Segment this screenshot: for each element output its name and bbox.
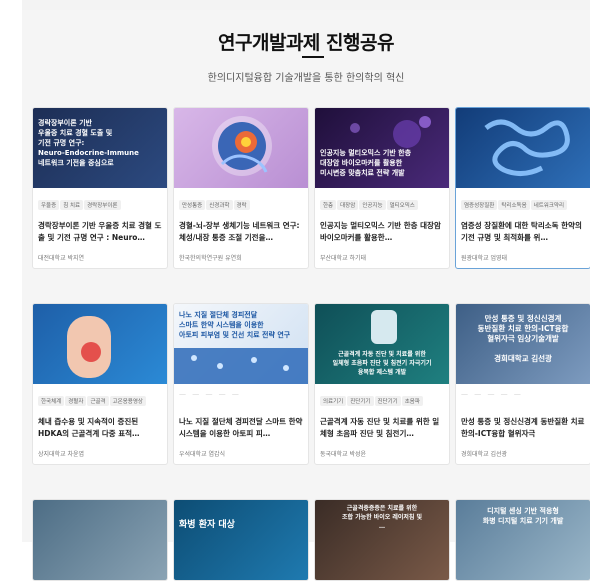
card-org: 원광대학교 엄영태 xyxy=(461,255,508,262)
tag-chip: 경락 xyxy=(233,200,250,210)
card-thumbnail: 인공지능 멀티오믹스 기반 한층 대장암 바이오마커를 활용한 미시변증 맞춤치… xyxy=(315,108,449,188)
card-org: 우석대학교 염갑식 xyxy=(179,451,226,458)
tag-chip: 염증성장질환 xyxy=(461,200,498,210)
card-title[interactable]: 만성 통증 및 정신신경계 동반질환 치료 한의-ICT융합 혈위자극 xyxy=(456,414,590,444)
card-title[interactable]: 경락장부이론 기반 우울증 치료 경혈 도출 및 기전 규명 연구 : Neur… xyxy=(33,218,167,248)
card-org: 대전대학교 박지연 xyxy=(38,255,85,262)
project-card[interactable]: 디지털 센싱 기반 적응형 화병 디지털 치료 기기 개발 xyxy=(455,499,590,581)
tag-list: 만성통증신경과학경락경혈-뇌-장부 네트워크 xyxy=(174,188,308,218)
title-underline xyxy=(302,56,324,58)
project-card[interactable]: 만성 통증 및 정신신경계 동반질환 치료 한의-ICT융합 혈위자극 임상기술… xyxy=(455,303,590,465)
tag-chip: 초음파 xyxy=(401,396,423,406)
card-org: 상지대학교 차윤엽 xyxy=(38,451,85,458)
project-card[interactable]: 근골격중증증은 치료를 위한 조합 가능한 바이오 레이저침 및 … xyxy=(314,499,450,581)
card-org: 동국대학교 박성윤 xyxy=(320,451,367,458)
tag-chip: 한층 xyxy=(320,200,337,210)
skin-layer-illustration xyxy=(174,348,308,384)
card-title[interactable]: 체내 즙수용 및 지속적이 증진된 HDKA의 근골격계 다중 표적… xyxy=(33,414,167,444)
project-card[interactable]: 화병 환자 대상 xyxy=(173,499,309,581)
thumb-text: 근골격계 자동 진단 및 치료를 위한 일체형 초음파 진단 및 침전기 자극기… xyxy=(332,351,432,376)
project-card[interactable]: 염증성장질환탁리소독음네트워크약리네트워크분석멀티오믹스 염증성 장질환에 대한… xyxy=(455,107,590,269)
project-card[interactable]: 한국체계경혈자근골격고온응용영상맞춤형진단치료 체내 즙수용 및 지속적이 증진… xyxy=(32,303,168,465)
tag-chip: 만성통증 xyxy=(179,200,206,210)
card-org: 한국한의학연구원 유연희 xyxy=(179,255,242,262)
empty-tags: — — — — — xyxy=(461,390,523,398)
card-title[interactable]: 인공지능 멀티오믹스 기반 한층 대장암 바이오마커를 활용한… xyxy=(315,218,449,248)
card-thumbnail xyxy=(456,108,590,188)
tag-chip: 경혈자 xyxy=(65,396,87,406)
project-card[interactable]: 만성통증신경과학경락경혈-뇌-장부 네트워크 경혈-뇌-장부 생체기능 네트워크… xyxy=(173,107,309,269)
card-org: 부산대학교 하기태 xyxy=(320,255,367,262)
tag-list: 한국체계경혈자근골격고온응용영상맞춤형진단치료 xyxy=(33,384,167,414)
tag-chip: 신경과학 xyxy=(206,200,233,210)
empty-tags: — — — — — xyxy=(179,390,241,398)
tag-list: 우울증침 치료경락장부이론신경-내분비-면역 네트워크마주신경 xyxy=(33,188,167,218)
card-thumbnail: 경락장부이론 기반 우울증 치료 경혈 도출 및 기전 규명 연구: Neuro… xyxy=(33,108,167,188)
project-card[interactable] xyxy=(32,499,168,581)
tag-chip: 진단기기 xyxy=(347,396,374,406)
card-thumbnail: 근골격계 자동 진단 및 치료를 위한 일체형 초음파 진단 및 침전기 자극기… xyxy=(315,304,449,384)
thumb-text: 근골격중증증은 치료를 위한 조합 가능한 바이오 레이저침 및 … xyxy=(341,505,423,530)
card-title[interactable]: 경혈-뇌-장부 생체기능 네트워크 연구: 체성/내장 통증 조절 기전을… xyxy=(174,218,308,248)
tag-chip: 한국체계 xyxy=(38,396,65,406)
thumb-text: 화병 환자 대상 xyxy=(179,520,235,530)
shoulder-pain-illustration xyxy=(212,116,272,176)
tag-chip: 진단기기 xyxy=(374,396,401,406)
tag-chip: 침 치료 xyxy=(60,200,84,210)
tag-chip: 근골격 xyxy=(87,396,109,406)
tag-chip: 의료기기 xyxy=(320,396,347,406)
tag-list: 한층대장암인공지능멀티오믹스바이오마커 xyxy=(315,188,449,218)
tag-chip: 경락장부이론 xyxy=(84,200,121,210)
card-thumbnail xyxy=(33,304,167,384)
tag-list: 염증성장질환탁리소독음네트워크약리네트워크분석멀티오믹스 xyxy=(456,188,590,218)
tag-chip: 인공지능 xyxy=(359,200,386,210)
project-card[interactable]: 나노 지질 절단체 경피전달 스마트 한약 시스템을 이용한 아토피 피부염 및… xyxy=(173,303,309,465)
tag-chip: 우울증 xyxy=(38,200,60,210)
knee-illustration xyxy=(67,316,111,378)
card-thumbnail: 만성 통증 및 정신신경계 동반질환 치료 한의-ICT융합 혈위자극 임상기술… xyxy=(456,304,590,384)
card-thumbnail: 디지털 센싱 기반 적응형 화병 디지털 치료 기기 개발 xyxy=(456,500,590,580)
page-subtitle: 한의디지털융합 기술개발을 통한 한의학의 혁신 xyxy=(207,73,405,84)
top-strip xyxy=(22,0,590,10)
tag-chip: 대장암 xyxy=(337,200,359,210)
thumb-text: 만성 통증 및 정신신경계 동반질환 치료 한의-ICT융합 혈위자극 임상기술… xyxy=(477,314,569,363)
card-thumbnail xyxy=(174,108,308,188)
card-title[interactable]: 나노 지질 절단체 경피전달 스마트 한약 시스템을 이용한 아토피 피… xyxy=(174,414,308,444)
project-card[interactable]: 경락장부이론 기반 우울증 치료 경혈 도출 및 기전 규명 연구: Neuro… xyxy=(32,107,168,269)
card-title[interactable]: 염증성 장질환에 대한 탁리소독 한약의 기전 규명 및 최적화를 위… xyxy=(456,218,590,248)
project-card[interactable]: 근골격계 자동 진단 및 치료를 위한 일체형 초음파 진단 및 침전기 자극기… xyxy=(314,303,450,465)
project-card[interactable]: 인공지능 멀티오믹스 기반 한층 대장암 바이오마커를 활용한 미시변증 맞춤치… xyxy=(314,107,450,269)
intestine-illustration xyxy=(484,119,570,176)
page-title: 연구개발과제 진행공유 xyxy=(218,32,394,54)
card-thumbnail: 근골격중증증은 치료를 위한 조합 가능한 바이오 레이저침 및 … xyxy=(315,500,449,580)
tag-chip: 멀티오믹스 xyxy=(386,200,418,210)
card-thumbnail: 나노 지질 절단체 경피전달 스마트 한약 시스템을 이용한 아토피 피부염 및… xyxy=(174,304,308,384)
thumb-text: 인공지능 멀티오믹스 기반 한층 대장암 바이오마커를 활용한 미시변증 맞춤치… xyxy=(320,149,412,177)
tag-chip: 네트워크약리 xyxy=(530,200,568,210)
tag-chip: 탁리소독음 xyxy=(498,200,530,210)
card-org: 경희대학교 김선광 xyxy=(461,451,508,458)
card-thumbnail: 화병 환자 대상 xyxy=(174,500,308,580)
card-title[interactable]: 근골격계 자동 진단 및 치료를 위한 일체형 초음파 진단 및 침전기… xyxy=(315,414,449,444)
thumb-text: 경락장부이론 기반 우울증 치료 경혈 도출 및 기전 규명 연구: Neuro… xyxy=(38,119,139,167)
card-thumbnail xyxy=(33,500,167,580)
thumb-text: 디지털 센싱 기반 적응형 화병 디지털 치료 기기 개발 xyxy=(482,507,564,525)
tag-list: 의료기기진단기기진단기기초음파침전기 자극기 xyxy=(315,384,449,414)
rnd-section: 연구개발과제 진행공유 한의디지털융합 기술개발을 통한 한의학의 혁신 경락장… xyxy=(22,10,590,581)
tag-chip: 고온응용영상 xyxy=(109,396,146,406)
